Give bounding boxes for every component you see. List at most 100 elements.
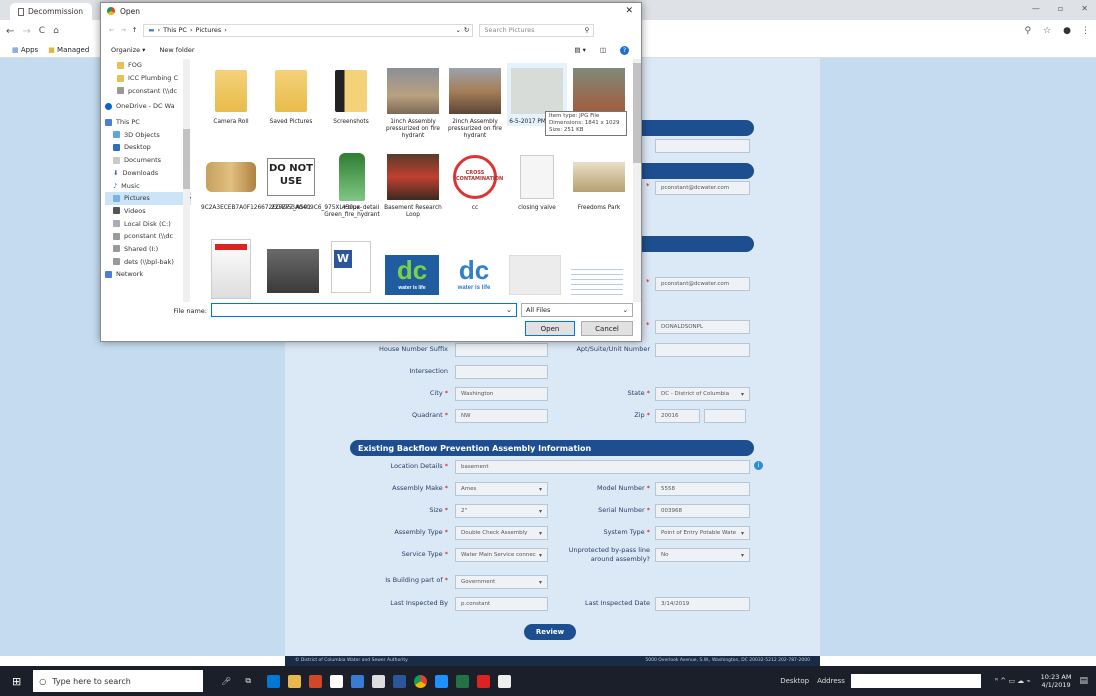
bookmark-managed[interactable]: ■ Managed xyxy=(48,46,89,54)
menu-icon[interactable]: ⋮ xyxy=(1081,26,1090,36)
back-icon[interactable]: ← xyxy=(6,26,14,37)
dialog-close-icon[interactable]: ✕ xyxy=(625,6,633,16)
microphone-icon[interactable]: 🎤︎ xyxy=(221,677,231,686)
minimize-icon[interactable]: — xyxy=(1032,4,1040,13)
file-item[interactable]: Freedoms Park xyxy=(569,149,629,212)
help-icon[interactable]: ? xyxy=(620,45,629,55)
file-item[interactable]: W xyxy=(331,241,371,293)
dropdown-icon[interactable]: ⌄ xyxy=(455,26,460,34)
file-item[interactable]: Camera Roll xyxy=(201,63,261,126)
nav-item-fog[interactable]: FOG xyxy=(105,59,191,72)
file-item[interactable]: CROSS CONTAMINATION cc xyxy=(445,149,505,212)
system-type-select[interactable]: Point of Entry Potable Wate xyxy=(655,526,750,540)
notification-icon[interactable]: ▤ xyxy=(1079,676,1088,686)
file-item[interactable]: Basement Research Loop xyxy=(383,149,443,219)
email-field[interactable]: pconstant@dcwater.com xyxy=(655,181,750,195)
nav-item-music[interactable]: ♪ Music xyxy=(105,179,191,192)
inspected-date-input[interactable]: 3/14/2019 xyxy=(655,597,750,611)
serial-input[interactable]: 003968 xyxy=(655,504,750,518)
acrobat-icon[interactable] xyxy=(477,674,491,688)
nav-item-onedrive[interactable]: OneDrive - DC Wa xyxy=(105,100,191,113)
refresh-icon[interactable]: ↻ xyxy=(464,26,469,34)
make-select[interactable]: Ames xyxy=(455,482,548,496)
nav-item-videos[interactable]: Videos xyxy=(105,205,191,218)
edge-icon[interactable] xyxy=(435,674,449,688)
dropdown-icon[interactable]: ⌄ xyxy=(506,306,512,314)
file-item[interactable] xyxy=(211,239,251,299)
quadrant-input[interactable]: NW xyxy=(455,409,548,423)
camera-icon[interactable] xyxy=(330,674,344,688)
house-suffix-input[interactable] xyxy=(455,343,548,357)
app-icon[interactable] xyxy=(372,674,386,688)
organize-button[interactable]: Organize ▾ xyxy=(111,46,145,54)
reload-icon[interactable]: C xyxy=(39,26,45,36)
browser-tab[interactable]: Decommission xyxy=(10,3,92,20)
forward-icon[interactable]: → xyxy=(22,26,30,37)
file-item[interactable]: Screenshots xyxy=(321,63,381,126)
chrome-icon[interactable] xyxy=(414,674,428,688)
scroll-thumb[interactable] xyxy=(183,129,190,189)
zip-extension-input[interactable] xyxy=(704,409,746,423)
nav-item-downloads[interactable]: ⬇ Downloads xyxy=(105,167,191,180)
model-input[interactable]: 5558 xyxy=(655,482,750,496)
preview-pane-icon[interactable]: ◫ xyxy=(600,46,606,54)
filename-input[interactable]: ⌄ xyxy=(211,303,517,317)
clock[interactable]: 10:23 AM 4/1/2019 xyxy=(1041,673,1072,689)
city-input[interactable]: Washington xyxy=(455,387,548,401)
powerpoint-icon[interactable] xyxy=(309,674,323,688)
windows-start-icon[interactable]: ⊞ xyxy=(12,675,21,688)
app-icon[interactable] xyxy=(351,674,365,688)
location-input[interactable]: basement xyxy=(455,460,750,474)
address-input[interactable] xyxy=(850,674,981,688)
file-item[interactable]: 9C2A3ECEB7A0F126672ECA953A0409C6_975XL+b… xyxy=(201,149,379,212)
nav-item-3d-objects[interactable]: 3D Objects xyxy=(105,128,191,141)
nav-item-pconstant-drive[interactable]: pconstant (\\dc xyxy=(105,230,191,243)
nav-item-documents[interactable]: Documents xyxy=(105,154,191,167)
size-select[interactable]: 2" xyxy=(455,504,548,518)
file-explorer-icon[interactable] xyxy=(288,674,302,688)
breadcrumb-this-pc[interactable]: This PC xyxy=(163,26,187,34)
file-item[interactable]: closing valve xyxy=(507,149,567,212)
cancel-button[interactable]: Cancel xyxy=(581,321,633,336)
system-tray-icons[interactable]: ᴿ ^ ▭ ☁ ⌁ xyxy=(995,677,1031,685)
nav-item-this-pc[interactable]: This PC xyxy=(105,116,191,129)
bypass-select[interactable]: No xyxy=(655,548,750,562)
dc-water-logo[interactable]: dc water is life xyxy=(385,255,439,295)
state-select[interactable]: DC - District of Columbia xyxy=(655,387,750,401)
apt-input[interactable] xyxy=(655,343,750,357)
nav-item-network[interactable]: Network xyxy=(105,268,191,281)
zip-input[interactable]: 20016 xyxy=(655,409,700,423)
restore-icon[interactable]: ▫ xyxy=(1058,4,1063,13)
service-type-select[interactable]: Water Main Service connec xyxy=(455,548,548,562)
file-item[interactable] xyxy=(509,255,561,295)
up-icon[interactable]: ↑ xyxy=(132,26,137,34)
nav-item-icc[interactable]: ICC Plumbing C xyxy=(105,72,191,85)
back-icon[interactable]: ← xyxy=(109,26,114,34)
street-name-field[interactable]: DONALDSONPL xyxy=(655,320,750,334)
scroll-thumb[interactable] xyxy=(633,63,641,163)
hidden-field[interactable] xyxy=(655,139,750,153)
home-icon[interactable]: ⌂ xyxy=(53,26,59,36)
breadcrumb-pictures[interactable]: Pictures xyxy=(196,26,222,34)
word-icon[interactable] xyxy=(393,674,407,688)
zoom-icon[interactable]: ⚲ xyxy=(1024,26,1031,36)
file-item[interactable]: DO NOT USE 22FZ77_AS01 xyxy=(261,149,321,212)
desktop-toolbar[interactable]: Desktop xyxy=(780,677,809,685)
new-folder-button[interactable]: New folder xyxy=(159,46,194,54)
nav-item-shared[interactable]: Shared (I:) xyxy=(105,243,191,256)
review-button[interactable]: Review xyxy=(524,624,576,640)
file-item[interactable] xyxy=(571,265,623,295)
nav-item-network-drive[interactable]: pconstant (\\dc xyxy=(105,84,191,97)
intersection-input[interactable] xyxy=(455,365,548,379)
assembly-type-select[interactable]: Double Check Assembly xyxy=(455,526,548,540)
view-icon[interactable]: ▤ ▾ xyxy=(574,46,585,54)
file-item[interactable]: 1inch Assembly pressurized on fire hydra… xyxy=(383,63,443,140)
close-icon[interactable]: ✕ xyxy=(1081,4,1088,13)
file-item[interactable]: 450px-Green_fire_hydrant xyxy=(321,149,383,219)
file-type-select[interactable]: All Files ⌄ xyxy=(521,303,633,317)
nav-item-dets[interactable]: dets (\\bpl-bak) xyxy=(105,255,191,268)
file-grid-scrollbar[interactable] xyxy=(633,59,641,302)
skype-icon[interactable] xyxy=(267,674,281,688)
breadcrumb[interactable]: ▬ › This PC › Pictures › ⌄ ↻ xyxy=(143,23,474,37)
nav-item-desktop[interactable]: Desktop xyxy=(105,141,191,154)
